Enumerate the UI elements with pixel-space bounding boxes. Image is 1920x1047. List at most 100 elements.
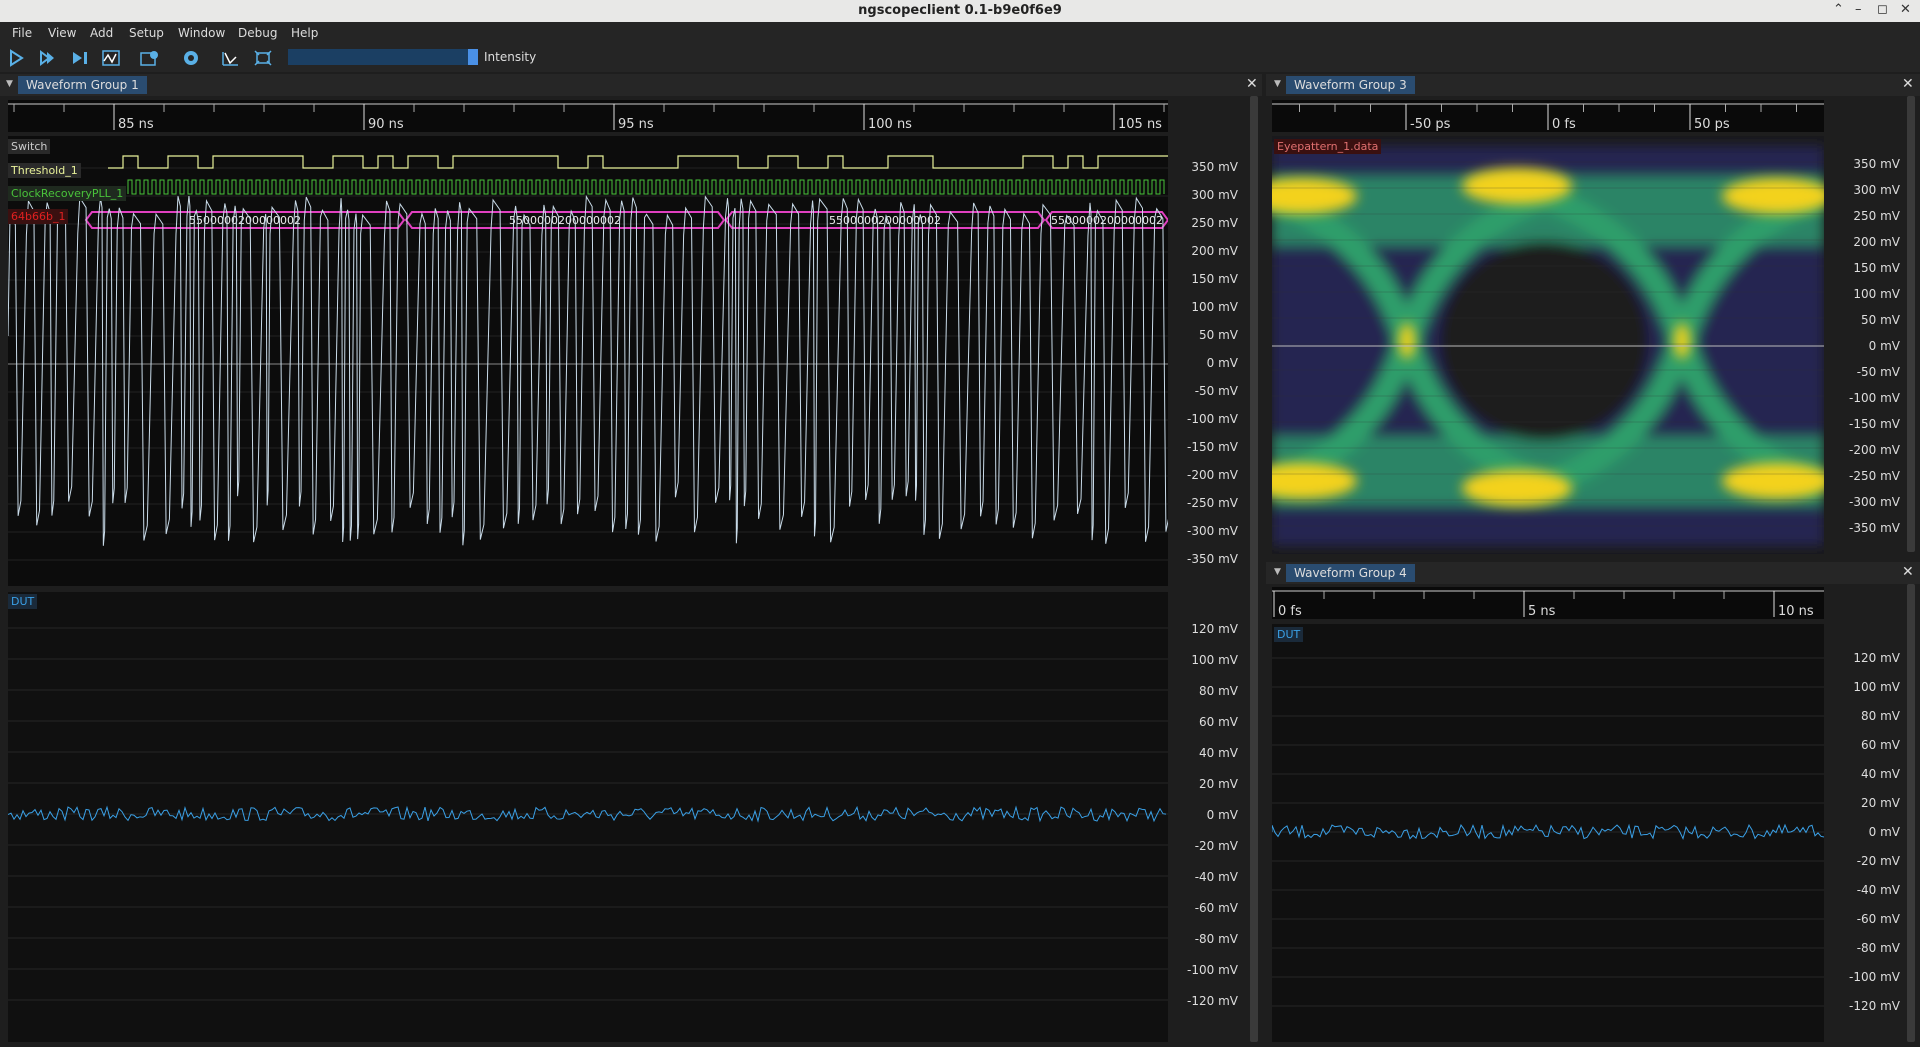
axis-label: -100 mV (1187, 963, 1238, 977)
measure-icon[interactable] (220, 49, 240, 67)
ruler-label: 5 ns (1528, 604, 1556, 619)
channel-label-64b66b[interactable]: 64b66b_1 (8, 209, 69, 224)
axis-label: 60 mV (1199, 715, 1238, 729)
axis-label: 120 mV (1191, 622, 1238, 636)
channel-label-dut[interactable]: DUT (8, 594, 38, 609)
eye-hot-cross (1674, 323, 1690, 359)
axis-label: -100 mV (1187, 412, 1238, 426)
fit-icon[interactable] (253, 49, 273, 67)
eye-opening (1439, 241, 1649, 441)
menu-view[interactable]: View (48, 26, 76, 40)
axis-label: 20 mV (1861, 796, 1900, 810)
group3-scrollbar[interactable] (1907, 96, 1915, 552)
group4-timeline[interactable]: 0 fs 5 ns 10 ns (1272, 587, 1824, 619)
axis-label: -350 mV (1187, 552, 1238, 566)
maximize-button[interactable]: ◻ (1877, 2, 1888, 17)
group3-timeline[interactable]: -50 ps 0 fs 50 ps (1272, 100, 1824, 132)
shade-window-button[interactable]: ⌃ (1833, 2, 1844, 17)
axis-label: -120 mV (1849, 999, 1900, 1013)
slider-grab[interactable] (468, 49, 478, 65)
group1-bottom-yaxis[interactable]: 120 mV 100 mV 80 mV 60 mV 40 mV 20 mV 0 mV -20 … (1180, 592, 1242, 1042)
axis-label: 250 mV (1191, 216, 1238, 230)
group3-yaxis[interactable]: 350 mV 300 mV 250 mV 200 mV 150 mV 100 mV 50 m… (1836, 136, 1904, 554)
tab-waveform-group-4[interactable]: Waveform Group 4 (1286, 564, 1415, 582)
menu-file[interactable]: File (12, 26, 32, 40)
history-icon[interactable] (101, 49, 121, 67)
run-icon[interactable] (6, 49, 26, 67)
collapse-icon[interactable]: ▼ (6, 79, 13, 89)
settings-icon[interactable] (181, 49, 201, 67)
axis-label: -150 mV (1849, 417, 1900, 431)
minimize-button[interactable]: – (1855, 2, 1862, 17)
axis-label: 300 mV (1853, 183, 1900, 197)
axis-label: -50 mV (1856, 365, 1900, 379)
axis-label: 350 mV (1853, 157, 1900, 171)
axis-label: -20 mV (1194, 839, 1238, 853)
axis-label: -300 mV (1849, 495, 1900, 509)
intensity-slider[interactable] (288, 49, 478, 65)
ruler-label: 10 ns (1778, 604, 1814, 619)
collapse-icon[interactable]: ▼ (1274, 567, 1281, 577)
group3-tabbar: ▼ Waveform Group 3 ✕ (1266, 74, 1920, 96)
decode-value: 5500000200000002 (1051, 214, 1163, 227)
force-trigger-icon[interactable] (70, 49, 90, 67)
menu-add[interactable]: Add (90, 26, 113, 40)
single-trigger-icon[interactable] (38, 49, 58, 67)
group1-scrollbar[interactable] (1250, 96, 1258, 1042)
ruler-label: 50 ps (1694, 117, 1730, 132)
channel-label-dut-4[interactable]: DUT (1274, 627, 1304, 642)
menu-bar: File View Add Setup Window Debug Help (0, 22, 1920, 44)
menu-help[interactable]: Help (291, 26, 318, 40)
channel-label-clock[interactable]: ClockRecoveryPLL_1 (8, 186, 127, 201)
ruler-label: -50 ps (1410, 117, 1451, 132)
axis-label: 150 mV (1853, 261, 1900, 275)
group1-bottom-plot[interactable] (7, 592, 1168, 1042)
axis-label: -50 mV (1194, 384, 1238, 398)
axis-label: 60 mV (1861, 738, 1900, 752)
group1-top-plot[interactable]: 5500000200000002 5500000200000002 55000002… (7, 136, 1176, 586)
group4-plot[interactable] (1271, 624, 1825, 1042)
axis-label: -20 mV (1856, 854, 1900, 868)
group1-tabbar: ▼ Waveform Group 1 ✕ (0, 74, 1262, 96)
axis-label: 350 mV (1191, 160, 1238, 174)
plot-background (8, 136, 1168, 586)
intensity-label: Intensity (484, 50, 537, 64)
axis-label: 0 mV (1206, 808, 1238, 822)
channel-label-switch[interactable]: Switch (8, 139, 51, 154)
axis-label: 100 mV (1853, 680, 1900, 694)
axis-label: 50 mV (1199, 328, 1238, 342)
axis-label: 0 mV (1868, 825, 1900, 839)
close-group4-icon[interactable]: ✕ (1902, 564, 1914, 580)
axis-label: -100 mV (1849, 391, 1900, 405)
axis-label: -150 mV (1187, 440, 1238, 454)
group3-eye-plot[interactable] (1247, 136, 1832, 554)
axis-label: -250 mV (1849, 469, 1900, 483)
close-group1-icon[interactable]: ✕ (1246, 76, 1258, 92)
channel-label-eyepattern[interactable]: Eyepattern_1.data (1274, 139, 1382, 154)
stop-icon[interactable] (139, 49, 159, 67)
tab-waveform-group-3[interactable]: Waveform Group 3 (1286, 76, 1415, 94)
menu-window[interactable]: Window (178, 26, 225, 40)
menu-debug[interactable]: Debug (238, 26, 277, 40)
group4-tabbar: ▼ Waveform Group 4 ✕ (1266, 562, 1920, 584)
axis-label: 20 mV (1199, 777, 1238, 791)
group4-yaxis[interactable]: 120 mV 100 mV 80 mV 60 mV 40 mV 20 mV 0 mV -20 … (1836, 624, 1904, 1042)
close-window-button[interactable]: ✕ (1900, 2, 1911, 17)
channel-label-threshold[interactable]: Threshold_1 (8, 163, 81, 178)
tab-waveform-group-1[interactable]: Waveform Group 1 (18, 76, 147, 94)
axis-label: 100 mV (1191, 300, 1238, 314)
ruler-label: 0 fs (1552, 117, 1576, 132)
ruler-label: 85 ns (118, 117, 154, 132)
close-group3-icon[interactable]: ✕ (1902, 76, 1914, 92)
group1-timeline[interactable]: 85 ns 90 ns 95 ns 100 ns 105 ns (8, 100, 1168, 132)
axis-label: 250 mV (1853, 209, 1900, 223)
axis-label: 80 mV (1861, 709, 1900, 723)
axis-label: -350 mV (1849, 521, 1900, 535)
axis-label: -80 mV (1194, 932, 1238, 946)
group1-top-yaxis[interactable]: 350 mV 300 mV 250 mV 200 mV 150 mV 100 mV 50 m… (1180, 136, 1242, 586)
axis-label: -40 mV (1856, 883, 1900, 897)
axis-label: -40 mV (1194, 870, 1238, 884)
menu-setup[interactable]: Setup (129, 26, 164, 40)
collapse-icon[interactable]: ▼ (1274, 79, 1281, 89)
group4-scrollbar[interactable] (1907, 584, 1915, 1042)
